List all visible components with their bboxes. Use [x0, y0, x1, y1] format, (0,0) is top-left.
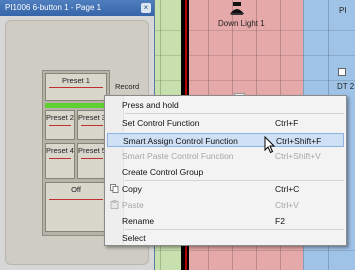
menu-item-set-control-function[interactable]: Set Control Function Ctrl+F	[107, 116, 344, 130]
key-label: Preset 4	[46, 146, 74, 155]
mouse-cursor-icon	[264, 136, 276, 154]
menu-item-label: Rename	[122, 216, 155, 226]
menu-item-shortcut: Ctrl+Shift+F	[276, 136, 322, 146]
menu-item-rename[interactable]: Rename F2	[107, 214, 344, 228]
key-label: Preset 2	[46, 113, 74, 122]
key-label: Preset 5	[78, 146, 106, 155]
led-indicator	[45, 103, 107, 108]
device-marker[interactable]	[338, 68, 346, 76]
menu-item-label: Set Control Function	[122, 118, 200, 128]
menu-item-label: Copy	[122, 184, 142, 194]
record-label: Record	[115, 82, 140, 91]
window-title: PI1006 6-button 1 - Page 1	[5, 3, 102, 12]
keypad: Preset 1 Preset 2 Preset 3 Preset 4 Pres…	[42, 70, 110, 236]
menu-item-shortcut: Ctrl+F	[275, 118, 299, 128]
paste-icon	[110, 200, 119, 209]
key-label: Preset 1	[62, 76, 90, 85]
key-label: Preset 3	[78, 113, 106, 122]
menu-item-shortcut: F2	[275, 216, 285, 226]
key-preset-5[interactable]: Preset 5	[77, 143, 107, 179]
key-preset-4[interactable]: Preset 4	[45, 143, 75, 179]
menu-item-select[interactable]: Select	[107, 231, 344, 245]
device-label: DT 2	[337, 82, 355, 91]
context-menu[interactable]: Press and hold Set Control Function Ctrl…	[104, 95, 347, 246]
menu-item-shortcut: Ctrl+Shift+V	[275, 151, 321, 161]
menu-item-shortcut: Ctrl+C	[275, 184, 300, 194]
menu-item-label: Paste	[122, 200, 144, 210]
menu-item-shortcut: Ctrl+V	[275, 200, 299, 210]
gridline	[140, 55, 355, 56]
close-icon[interactable]: ×	[141, 3, 151, 13]
key-indicator-line	[49, 199, 103, 200]
menu-separator	[125, 180, 344, 181]
menu-item-label: Press and hold	[122, 100, 179, 110]
menu-item-copy[interactable]: Copy Ctrl+C	[107, 182, 344, 196]
key-preset-1[interactable]: Preset 1	[45, 73, 107, 101]
copy-icon	[110, 184, 119, 193]
menu-item-create-control-group[interactable]: Create Control Group	[107, 165, 344, 179]
menu-item-label: Smart Assign Control Function	[123, 136, 238, 146]
key-indicator-line	[49, 125, 71, 126]
key-preset-2[interactable]: Preset 2	[45, 110, 75, 140]
down-light-label: Down Light 1	[218, 19, 265, 28]
menu-item-smart-paste-control-function[interactable]: Smart Paste Control Function Ctrl+Shift+…	[107, 149, 344, 163]
gridline	[140, 250, 355, 251]
key-label: Off	[71, 185, 81, 194]
key-indicator-line	[81, 158, 103, 159]
key-indicator-line	[81, 125, 103, 126]
gridline	[140, 30, 355, 31]
key-preset-3[interactable]: Preset 3	[77, 110, 107, 140]
menu-item-press-and-hold[interactable]: Press and hold	[107, 98, 344, 112]
key-off[interactable]: Off	[45, 182, 107, 232]
gridline	[140, 80, 355, 81]
menu-item-label: Smart Paste Control Function	[122, 151, 234, 161]
window-titlebar[interactable]: PI1006 6-button 1 - Page 1 ×	[0, 0, 154, 16]
key-indicator-line	[49, 158, 71, 159]
down-light-icon[interactable]	[228, 2, 246, 16]
menu-item-label: Create Control Group	[122, 167, 204, 177]
zone-label: PI	[339, 6, 347, 15]
menu-item-smart-assign-control-function[interactable]: Smart Assign Control Function Ctrl+Shift…	[107, 133, 344, 147]
key-indicator-line	[49, 87, 103, 88]
menu-item-label: Select	[122, 233, 146, 243]
menu-separator	[125, 113, 344, 114]
menu-separator	[125, 229, 344, 230]
menu-item-paste[interactable]: Paste Ctrl+V	[107, 198, 344, 212]
